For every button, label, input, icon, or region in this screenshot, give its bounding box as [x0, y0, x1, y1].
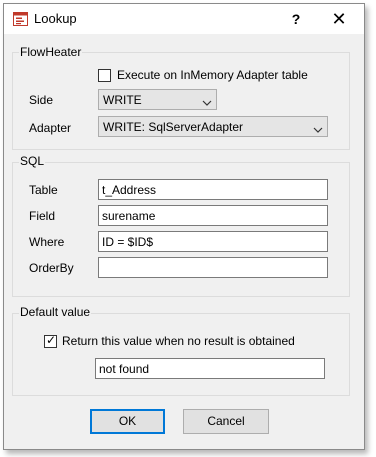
- close-button[interactable]: ✕: [322, 8, 356, 30]
- table-input-value: t_Address: [102, 183, 157, 197]
- adapter-label: Adapter: [29, 121, 72, 135]
- where-input-value: ID = $ID$: [102, 235, 154, 249]
- title-bar: Lookup ? ✕: [4, 4, 364, 34]
- flowheater-group-title: FlowHeater: [19, 45, 83, 59]
- lookup-dialog: Lookup ? ✕ FlowHeater Execute on InMemor…: [3, 3, 365, 450]
- cancel-button[interactable]: Cancel: [183, 409, 269, 434]
- table-input[interactable]: t_Address: [98, 179, 328, 200]
- field-label: Field: [29, 209, 56, 223]
- execute-inmemory-label: Execute on InMemory Adapter table: [117, 68, 308, 82]
- return-value-checkbox[interactable]: ✓: [44, 333, 57, 348]
- execute-inmemory-checkbox[interactable]: [98, 69, 111, 82]
- orderby-input[interactable]: [98, 257, 328, 278]
- help-button[interactable]: ?: [282, 8, 310, 30]
- default-value-input[interactable]: not found: [95, 358, 325, 379]
- ok-button[interactable]: OK: [90, 409, 165, 434]
- orderby-label: OrderBy: [29, 261, 74, 275]
- adapter-dropdown-value: WRITE: SqlServerAdapter: [103, 120, 244, 134]
- where-label: Where: [29, 235, 65, 249]
- side-label: Side: [29, 93, 54, 107]
- field-input-value: surename: [102, 209, 156, 223]
- app-icon: [13, 12, 28, 26]
- field-input[interactable]: surename: [98, 205, 328, 226]
- default-value-group-title: Default value: [19, 305, 92, 319]
- window-title: Lookup: [34, 11, 77, 26]
- side-dropdown[interactable]: WRITE: [98, 89, 217, 110]
- where-input[interactable]: ID = $ID$: [98, 231, 328, 252]
- chevron-down-icon: [313, 123, 323, 133]
- table-label: Table: [29, 183, 58, 197]
- sql-group-title: SQL: [19, 154, 46, 168]
- default-value-input-value: not found: [99, 362, 150, 376]
- adapter-dropdown[interactable]: WRITE: SqlServerAdapter: [98, 116, 328, 137]
- return-value-label: Return this value when no result is obta…: [62, 334, 295, 348]
- default-value-group: [12, 313, 350, 396]
- chevron-down-icon: [202, 96, 212, 106]
- side-dropdown-value: WRITE: [103, 93, 142, 107]
- checkmark-icon: ✓: [45, 333, 57, 347]
